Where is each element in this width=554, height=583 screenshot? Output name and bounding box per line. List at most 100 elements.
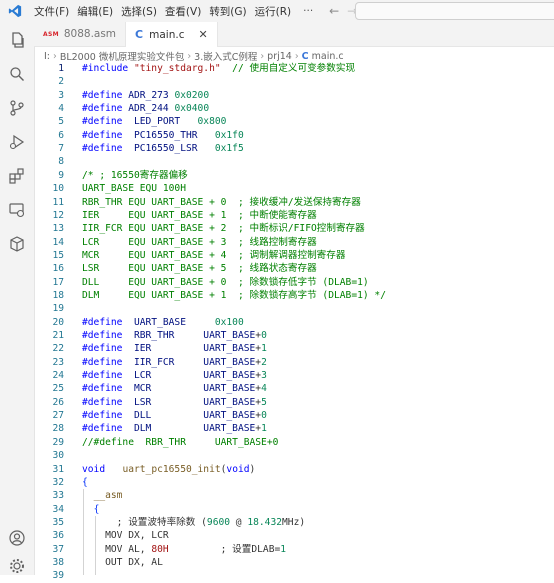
- run-debug-icon[interactable]: [0, 128, 34, 156]
- breadcrumb-drive[interactable]: I:: [44, 51, 50, 62]
- line-number[interactable]: 4: [34, 102, 64, 115]
- line-number[interactable]: 33: [34, 489, 64, 502]
- line-number[interactable]: 24: [34, 369, 64, 382]
- line-number[interactable]: 19: [34, 302, 64, 315]
- line-number[interactable]: 20: [34, 316, 64, 329]
- code-line[interactable]: 22 #define IER UART_BASE+1: [34, 342, 554, 355]
- code-line[interactable]: 33 __asm: [34, 489, 554, 502]
- line-number[interactable]: 23: [34, 356, 64, 369]
- accounts-icon[interactable]: [0, 524, 34, 552]
- line-number[interactable]: 7: [34, 142, 64, 155]
- code-line[interactable]: 21 #define RBR_THR UART_BASE+0: [34, 329, 554, 342]
- code-line[interactable]: 6 #define PC16550_THR 0x1f0: [34, 129, 554, 142]
- menu-edit[interactable]: 编辑(E): [73, 4, 117, 19]
- line-number[interactable]: 29: [34, 436, 64, 449]
- code-line[interactable]: 20 #define UART_BASE 0x100: [34, 316, 554, 329]
- breadcrumb-folder[interactable]: prj14: [267, 51, 292, 62]
- code-line[interactable]: 26 #define LSR UART_BASE+5: [34, 396, 554, 409]
- line-number[interactable]: 36: [34, 529, 64, 542]
- line-number[interactable]: 27: [34, 409, 64, 422]
- code-line[interactable]: 3 #define ADR_273 0x0200: [34, 89, 554, 102]
- menu-view[interactable]: 查看(V): [161, 4, 205, 19]
- code-line[interactable]: 34 {: [34, 503, 554, 516]
- code-line[interactable]: 23 #define IIR_FCR UART_BASE+2: [34, 356, 554, 369]
- line-number[interactable]: 11: [34, 196, 64, 209]
- line-number[interactable]: 12: [34, 209, 64, 222]
- line-number[interactable]: 9: [34, 169, 64, 182]
- line-number[interactable]: 16: [34, 262, 64, 275]
- line-number[interactable]: 5: [34, 115, 64, 128]
- code-line[interactable]: 13 IIR_FCR EQU UART_BASE + 2 ; 中断标识/FIFO控…: [34, 222, 554, 235]
- source-control-icon[interactable]: [0, 94, 34, 122]
- line-number[interactable]: 18: [34, 289, 64, 302]
- breadcrumb-folder[interactable]: BL2000 微机原理实验文件包: [60, 49, 185, 63]
- extensions-icon[interactable]: [0, 162, 34, 190]
- code-line[interactable]: 14 LCR EQU UART_BASE + 3 ; 线路控制寄存器: [34, 236, 554, 249]
- command-center-search[interactable]: [355, 2, 554, 20]
- line-number[interactable]: 15: [34, 249, 64, 262]
- line-number[interactable]: 35: [34, 516, 64, 529]
- code-line[interactable]: 18 DLM EQU UART_BASE + 1 ; 除数锁存高字节 (DLAB=…: [34, 289, 554, 302]
- code-line[interactable]: 15 MCR EQU UART_BASE + 4 ; 调制解调器控制寄存器: [34, 249, 554, 262]
- back-arrow-icon[interactable]: ←: [325, 4, 343, 18]
- code-line[interactable]: 17 DLL EQU UART_BASE + 0 ; 除数锁存低字节 (DLAB=…: [34, 276, 554, 289]
- line-number[interactable]: 31: [34, 463, 64, 476]
- code-line[interactable]: 7 #define PC16550_LSR 0x1f5: [34, 142, 554, 155]
- search-icon[interactable]: [0, 60, 34, 88]
- code-line[interactable]: 32 {: [34, 476, 554, 489]
- remote-explorer-icon[interactable]: [0, 196, 34, 224]
- line-number[interactable]: 28: [34, 422, 64, 435]
- code-line[interactable]: 25 #define MCR UART_BASE+4: [34, 382, 554, 395]
- line-number[interactable]: 22: [34, 342, 64, 355]
- line-number[interactable]: 14: [34, 236, 64, 249]
- line-number[interactable]: 13: [34, 222, 64, 235]
- code-line[interactable]: 9 /* ; 16550寄存器偏移: [34, 169, 554, 182]
- code-line[interactable]: 35 ; 设置波特率除数 (9600 @ 18.432MHz): [34, 516, 554, 529]
- code-line[interactable]: 31 void uart_pc16550_init(void): [34, 463, 554, 476]
- line-number[interactable]: 17: [34, 276, 64, 289]
- line-number[interactable]: 3: [34, 89, 64, 102]
- code-line[interactable]: 29 //#define RBR_THR UART_BASE+0: [34, 436, 554, 449]
- code-line[interactable]: 16 LSR EQU UART_BASE + 5 ; 线路状态寄存器: [34, 262, 554, 275]
- breadcrumb-file[interactable]: main.c: [312, 51, 344, 62]
- code-line[interactable]: 4 #define ADR_244 0x0400: [34, 102, 554, 115]
- code-line[interactable]: 12 IER EQU UART_BASE + 1 ; 中断使能寄存器: [34, 209, 554, 222]
- line-number[interactable]: 10: [34, 182, 64, 195]
- menu-more[interactable]: ···: [295, 5, 321, 17]
- tab-8088-asm[interactable]: ASM 8088.asm: [34, 22, 127, 46]
- tab-main-c[interactable]: C main.c ✕: [126, 22, 218, 47]
- explorer-icon[interactable]: [0, 26, 34, 54]
- breadcrumb-folder[interactable]: 3.嵌入式C例程: [194, 49, 257, 63]
- line-number[interactable]: 39: [34, 569, 64, 582]
- line-number[interactable]: 25: [34, 382, 64, 395]
- code-line[interactable]: 1 #include "tiny_stdarg.h" // 使用自定义可变参数实现: [34, 62, 554, 75]
- code-line[interactable]: 36 MOV DX, LCR: [34, 529, 554, 542]
- menu-selection[interactable]: 选择(S): [117, 4, 161, 19]
- menu-go[interactable]: 转到(G): [205, 4, 250, 19]
- code-line[interactable]: 5 #define LED_PORT 0x800: [34, 115, 554, 128]
- line-number[interactable]: 32: [34, 476, 64, 489]
- code-editor[interactable]: 1 #include "tiny_stdarg.h" // 使用自定义可变参数实现…: [34, 62, 554, 581]
- line-number[interactable]: 1: [34, 62, 64, 75]
- code-line[interactable]: 19: [34, 302, 554, 315]
- line-number[interactable]: 38: [34, 556, 64, 569]
- line-number[interactable]: 37: [34, 543, 64, 556]
- code-line[interactable]: 30: [34, 449, 554, 462]
- line-number[interactable]: 30: [34, 449, 64, 462]
- line-number[interactable]: 34: [34, 503, 64, 516]
- close-icon[interactable]: ✕: [198, 28, 207, 41]
- database-icon[interactable]: [0, 230, 34, 258]
- line-number[interactable]: 26: [34, 396, 64, 409]
- manage-gear-icon[interactable]: [0, 552, 34, 580]
- code-line[interactable]: 37 MOV AL, 80H ; 设置DLAB=1: [34, 543, 554, 556]
- code-line[interactable]: 2: [34, 75, 554, 88]
- code-line[interactable]: 24 #define LCR UART_BASE+3: [34, 369, 554, 382]
- code-line[interactable]: 27 #define DLL UART_BASE+0: [34, 409, 554, 422]
- code-line[interactable]: 28 #define DLM UART_BASE+1: [34, 422, 554, 435]
- code-line[interactable]: 10 UART_BASE EQU 100H: [34, 182, 554, 195]
- line-number[interactable]: 8: [34, 155, 64, 168]
- code-line[interactable]: 8: [34, 155, 554, 168]
- code-line[interactable]: 39: [34, 569, 554, 582]
- line-number[interactable]: 2: [34, 75, 64, 88]
- line-number[interactable]: 6: [34, 129, 64, 142]
